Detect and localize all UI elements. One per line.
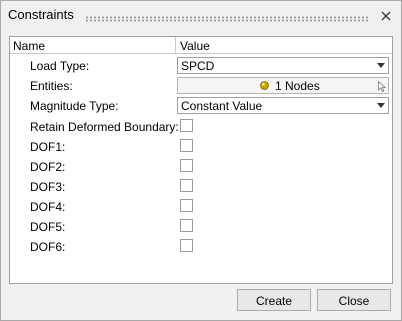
close-button[interactable]: Close xyxy=(317,289,391,311)
magnitude-type-value: Constant Value xyxy=(181,99,263,113)
node-icon xyxy=(260,81,269,90)
dof3-checkbox[interactable] xyxy=(180,179,193,192)
load-type-value: SPCD xyxy=(181,59,215,73)
cursor-arrow-icon xyxy=(378,81,386,92)
header-divider[interactable] xyxy=(175,37,176,53)
entities-selector[interactable]: 1 Nodes xyxy=(177,77,389,94)
properties-table: Name Value Load Type: SPCD Entities: 1 N… xyxy=(9,36,393,284)
dof4-label: DOF4: xyxy=(30,200,66,214)
magnitude-type-label: Magnitude Type: xyxy=(30,99,119,113)
header-value: Value xyxy=(180,39,210,53)
chevron-down-icon xyxy=(377,103,385,108)
dialog-title: Constraints xyxy=(8,7,74,22)
close-icon[interactable] xyxy=(379,9,393,23)
dof5-checkbox[interactable] xyxy=(180,219,193,232)
dof1-label: DOF1: xyxy=(30,140,66,154)
retain-deformed-boundary-checkbox[interactable] xyxy=(180,119,193,132)
load-type-select[interactable]: SPCD xyxy=(177,57,389,74)
dof3-label: DOF3: xyxy=(30,180,66,194)
dof6-checkbox[interactable] xyxy=(180,239,193,252)
dof6-label: DOF6: xyxy=(30,240,66,254)
dof2-label: DOF2: xyxy=(30,160,66,174)
dof4-checkbox[interactable] xyxy=(180,199,193,212)
title-bar[interactable]: Constraints xyxy=(1,1,401,29)
dof2-checkbox[interactable] xyxy=(180,159,193,172)
drag-grip[interactable] xyxy=(85,16,369,22)
create-button[interactable]: Create xyxy=(237,289,311,311)
magnitude-type-select[interactable]: Constant Value xyxy=(177,97,389,114)
entities-label: Entities: xyxy=(30,79,73,93)
table-header: Name Value xyxy=(10,37,392,54)
chevron-down-icon xyxy=(377,63,385,68)
header-name: Name xyxy=(13,39,46,53)
entities-value: 1 Nodes xyxy=(275,79,320,93)
dof1-checkbox[interactable] xyxy=(180,139,193,152)
load-type-label: Load Type: xyxy=(30,59,90,73)
retain-deformed-boundary-label: Retain Deformed Boundary: xyxy=(30,120,179,134)
dof5-label: DOF5: xyxy=(30,220,66,234)
constraints-dialog: Constraints Name Value Load Type: SPCD E… xyxy=(0,0,402,321)
